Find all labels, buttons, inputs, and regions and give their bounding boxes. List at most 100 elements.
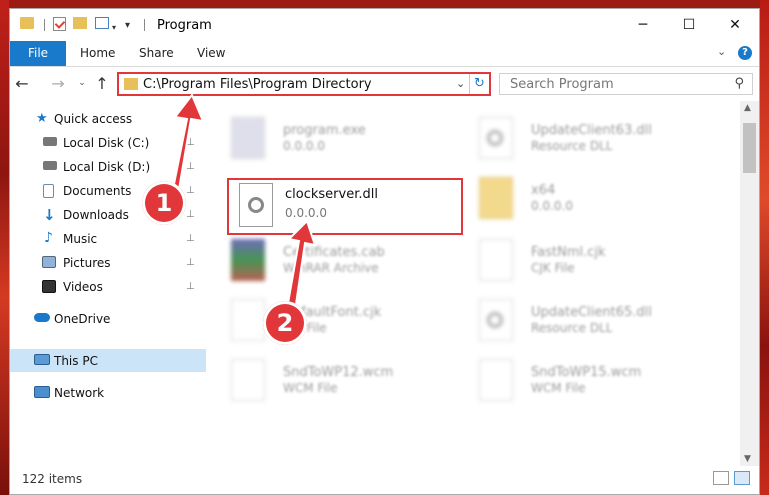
sidebar-item-local-disk-d[interactable]: Local Disk (D:) ⊥ [10, 155, 206, 178]
network-icon [34, 386, 50, 398]
address-path[interactable]: C:\Program Files\Program Directory [143, 77, 372, 92]
sidebar-item-label: Network [54, 385, 105, 400]
sidebar-item-local-disk-c[interactable]: Local Disk (C:) ⊥ [10, 131, 206, 154]
sidebar-item-quick-access[interactable]: ★ Quick access [10, 107, 206, 130]
scroll-thumb[interactable] [743, 123, 756, 173]
scroll-up-icon[interactable]: ▲ [744, 103, 751, 113]
toolbar-separator [144, 19, 145, 31]
folder-icon [124, 78, 138, 90]
sidebar-item-pictures[interactable]: Pictures ⊥ [10, 251, 206, 274]
file-name: Certificates.cab [283, 245, 385, 260]
ribbon-tabs: File Home Share View ⌄ ? [10, 41, 759, 67]
list-item[interactable]: Certificates.cab WinRAR Archive [207, 231, 447, 281]
window-title: Program [157, 18, 212, 33]
address-bar[interactable]: C:\Program Files\Program Directory ⌄ ↻ [117, 72, 491, 96]
up-button[interactable]: ↑ [92, 73, 112, 93]
music-icon: ♪ [44, 230, 53, 246]
folder-icon[interactable] [20, 17, 34, 29]
tab-home[interactable]: Home [80, 41, 115, 66]
back-button[interactable]: ← [12, 73, 32, 93]
list-item[interactable]: FastNml.cjk CJK File [455, 231, 695, 281]
search-placeholder: Search Program [510, 77, 614, 92]
pin-icon[interactable]: ⊥ [186, 161, 195, 172]
search-icon[interactable]: ⚲ [734, 76, 744, 91]
sidebar-item-label: Videos [63, 279, 103, 294]
pin-icon[interactable]: ⊥ [186, 233, 195, 244]
pin-icon[interactable]: ⊥ [186, 137, 195, 148]
item-count: 122 items [22, 472, 83, 486]
list-item[interactable]: x64 0.0.0.0 [455, 169, 695, 219]
list-item[interactable]: program.exe 0.0.0.0 [207, 109, 447, 159]
sidebar-item-label: This PC [54, 353, 98, 368]
desktop-background-left [0, 0, 9, 495]
file-info: WCM File [531, 381, 586, 395]
pin-icon[interactable]: ⊥ [186, 209, 195, 220]
sidebar-item-label: Downloads [63, 207, 129, 222]
pin-icon[interactable]: ⊥ [186, 257, 195, 268]
chevron-down-icon[interactable]: ▾ [112, 19, 116, 35]
tab-share[interactable]: Share [139, 41, 174, 66]
recent-locations-icon[interactable]: ⌄ [72, 73, 92, 93]
drive-icon [43, 137, 57, 146]
sidebar-item-label: Local Disk (D:) [63, 159, 151, 174]
file-list: program.exe 0.0.0.0 Certificates.cab Win… [169, 93, 740, 466]
file-name: x64 [531, 183, 556, 198]
file-info: Resource DLL [531, 321, 613, 335]
file-info: WinRAR Archive [283, 261, 379, 275]
sidebar-item-this-pc[interactable]: This PC [10, 349, 206, 372]
desktop-background-right [760, 0, 769, 495]
download-icon: ↓ [43, 206, 56, 224]
folder-icon [479, 177, 513, 219]
details-view-icon[interactable] [713, 471, 729, 485]
explorer-window: ▾ ▾ Program ─ ☐ ✕ File Home Share View ⌄… [9, 8, 760, 495]
status-bar: 122 items [10, 466, 759, 494]
properties-icon[interactable] [95, 17, 109, 29]
pin-icon[interactable]: ⊥ [186, 281, 195, 292]
file-name: UpdateClient65.dll [531, 305, 652, 320]
properties-check-icon[interactable] [53, 17, 66, 31]
forward-button[interactable]: → [48, 73, 68, 93]
drive-icon [43, 161, 57, 170]
maximize-button[interactable]: ☐ [666, 13, 712, 37]
address-dropdown-icon[interactable]: ⌄ [456, 77, 465, 90]
customize-toolbar-icon[interactable]: ▾ [125, 17, 130, 33]
large-icons-view-icon[interactable] [734, 471, 750, 485]
minimize-button[interactable]: ─ [620, 13, 666, 37]
list-item[interactable]: SndToWP15.wcm WCM File [455, 351, 695, 401]
list-item[interactable]: DefaultFont.cjk CJK File [207, 291, 447, 341]
sidebar-item-label: Documents [63, 183, 132, 198]
refresh-icon[interactable]: ↻ [469, 74, 489, 94]
list-item[interactable]: UpdateClient63.dll Resource DLL [455, 109, 695, 159]
list-item[interactable]: UpdateClient65.dll Resource DLL [455, 291, 695, 341]
close-button[interactable]: ✕ [712, 13, 758, 37]
file-info: 0.0.0.0 [283, 139, 325, 153]
file-name: SndToWP15.wcm [531, 365, 642, 380]
sidebar-item-onedrive[interactable]: OneDrive [10, 307, 206, 330]
file-info: WCM File [283, 381, 338, 395]
search-input[interactable]: Search Program ⚲ [499, 73, 753, 95]
pin-icon[interactable]: ⊥ [186, 185, 195, 196]
navigation-pane: ★ Quick access Local Disk (C:) ⊥ Local D… [10, 101, 206, 466]
new-folder-icon[interactable] [73, 17, 87, 29]
file-icon [479, 239, 513, 281]
list-item[interactable]: SndToWP12.wcm WCM File [207, 351, 447, 401]
scroll-down-icon[interactable]: ▼ [744, 454, 751, 464]
help-icon[interactable]: ? [738, 46, 752, 60]
tab-file[interactable]: File [10, 41, 66, 66]
sidebar-item-label: OneDrive [54, 311, 111, 326]
vertical-scrollbar[interactable]: ▲ ▼ [740, 101, 759, 466]
sidebar-item-music[interactable]: ♪ Music ⊥ [10, 227, 206, 250]
star-icon: ★ [36, 111, 48, 126]
tab-view[interactable]: View [197, 41, 225, 66]
file-name: UpdateClient63.dll [531, 123, 652, 138]
sidebar-item-label: Local Disk (C:) [63, 135, 150, 150]
navigation-bar: ← → ⌄ ↑ C:\Program Files\Program Directo… [10, 67, 759, 100]
pc-icon [34, 354, 50, 365]
sidebar-item-network[interactable]: Network [10, 381, 206, 404]
documents-icon [43, 184, 54, 198]
file-info: 0.0.0.0 [531, 199, 573, 213]
sidebar-item-videos[interactable]: Videos ⊥ [10, 275, 206, 298]
file-info: Resource DLL [531, 139, 613, 153]
expand-ribbon-icon[interactable]: ⌄ [717, 45, 726, 58]
callout-badge-1: 1 [142, 181, 186, 225]
